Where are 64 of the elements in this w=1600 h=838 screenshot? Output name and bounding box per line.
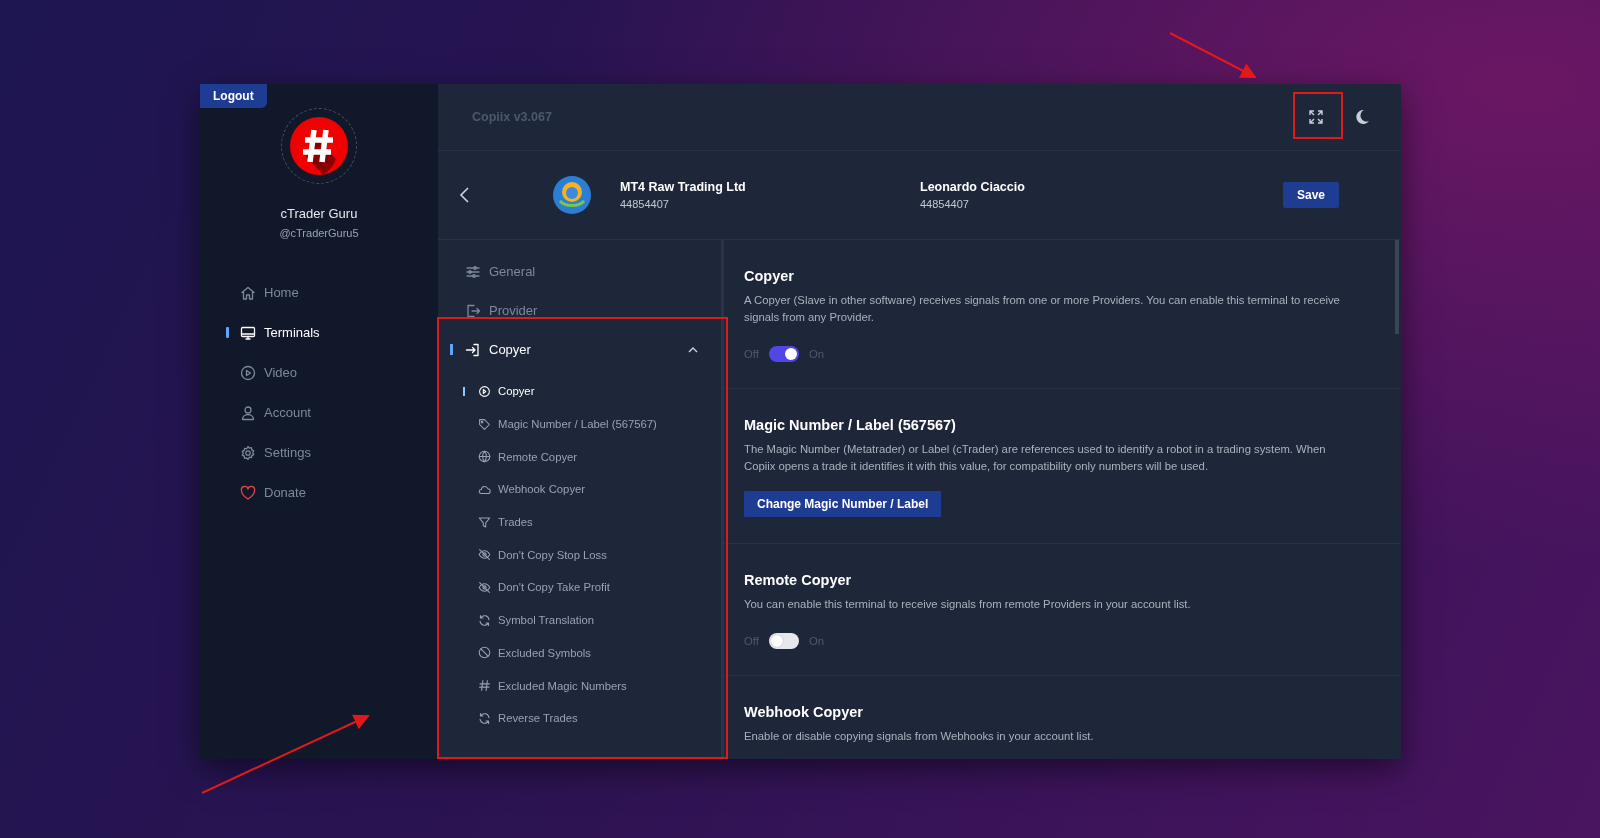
filter-icon bbox=[478, 515, 491, 529]
sidebar-item[interactable]: Home bbox=[200, 281, 438, 304]
settings-subnav-item[interactable]: Don't Copy Take Profit bbox=[438, 571, 721, 604]
sidebar-item[interactable]: Video bbox=[200, 361, 438, 384]
section-title: Copyer bbox=[744, 268, 795, 284]
fullscreen-icon[interactable] bbox=[1307, 108, 1325, 126]
settings-subnav-item[interactable]: Magic Number / Label (567567) bbox=[438, 407, 721, 441]
enter-icon bbox=[465, 341, 481, 358]
globe-icon bbox=[478, 450, 491, 464]
refresh-icon bbox=[478, 711, 491, 725]
sidebar-item[interactable]: Settings bbox=[200, 441, 438, 464]
settings-subnav-item[interactable]: Copyer bbox=[438, 375, 721, 408]
owner-name: Leonardo Ciaccio bbox=[920, 180, 1026, 194]
account-number: 44854407 bbox=[920, 198, 970, 210]
toggle-switch[interactable] bbox=[768, 633, 799, 649]
home-icon bbox=[240, 284, 256, 301]
broker-name: MT4 Raw Trading Ltd bbox=[620, 180, 747, 194]
profile-handle: @cTraderGuru5 bbox=[278, 227, 360, 239]
monitor-icon bbox=[240, 324, 256, 341]
ban-icon bbox=[478, 646, 491, 660]
section-description: You can enable this terminal to receive signals from remote Providers in your account list. bbox=[744, 597, 1192, 612]
eye-off-icon bbox=[478, 548, 491, 562]
section-description: A Copyer (Slave in other software) receives signals from one or more Providers. You can enable this terminal to receive signals from any Provider. bbox=[744, 293, 1341, 325]
moon-icon[interactable] bbox=[1353, 108, 1371, 126]
sidebar-item[interactable]: Account bbox=[200, 401, 438, 424]
platform-logo bbox=[552, 175, 592, 215]
sliders-icon bbox=[465, 263, 481, 280]
section-title: Remote Copyer bbox=[744, 572, 853, 588]
sidebar-item[interactable]: Donate bbox=[200, 481, 438, 504]
settings-nav-item[interactable]: Provider bbox=[438, 291, 721, 330]
settings-subnav-item[interactable]: Don't Copy Stop Loss bbox=[438, 538, 721, 572]
heart-icon bbox=[240, 484, 256, 501]
section-title: Magic Number / Label (567567) bbox=[744, 417, 957, 433]
play-icon bbox=[240, 364, 256, 381]
sidebar-item[interactable]: Terminals bbox=[200, 321, 438, 344]
settings-subnav-item[interactable]: Trades bbox=[438, 505, 721, 539]
profile-name: cTrader Guru bbox=[279, 206, 359, 221]
section-title: Webhook Copyer bbox=[744, 704, 864, 720]
account-number: 44854407 bbox=[620, 198, 670, 210]
hash-icon bbox=[478, 679, 491, 693]
settings-nav-item[interactable]: General bbox=[438, 252, 721, 291]
settings-nav-item[interactable]: Copyer bbox=[438, 330, 721, 369]
settings-icon bbox=[240, 444, 256, 461]
settings-subnav-item[interactable]: Webhook Copyer bbox=[438, 473, 721, 506]
logout-button[interactable]: Logout bbox=[200, 84, 267, 108]
settings-subnav-item[interactable]: Symbol Translation bbox=[438, 603, 721, 637]
eye-off-icon bbox=[478, 580, 491, 594]
settings-subnav-item[interactable]: Excluded Symbols bbox=[438, 636, 721, 670]
back-icon[interactable] bbox=[458, 185, 472, 205]
toggle-switch[interactable] bbox=[768, 346, 799, 362]
settings-subnav-item[interactable]: Excluded Magic Numbers bbox=[438, 669, 721, 702]
section-description: The Magic Number (Metatrader) or Label (cTrader) are references used to identify a robot in a trading system. When Copiix opens a trade it identifies it with this value, for compatibility only numbers will be used. bbox=[744, 442, 1327, 474]
refresh-icon bbox=[478, 613, 491, 627]
settings-subnav-item[interactable]: Reverse Trades bbox=[438, 701, 721, 735]
highlight-box bbox=[1293, 92, 1343, 139]
settings-subnav-item[interactable]: Remote Copyer bbox=[438, 440, 721, 474]
hash-logo bbox=[290, 117, 348, 175]
exit-icon bbox=[465, 302, 481, 319]
section-description: Enable or disable copying signals from Webhooks in your account list. bbox=[744, 729, 1095, 744]
user-icon bbox=[240, 404, 256, 421]
tag-icon bbox=[478, 417, 491, 431]
play-circle-icon bbox=[478, 384, 491, 398]
save-button[interactable]: Save bbox=[1282, 182, 1339, 208]
change-magic-number-button[interactable]: Change Magic Number / Label bbox=[744, 491, 942, 517]
